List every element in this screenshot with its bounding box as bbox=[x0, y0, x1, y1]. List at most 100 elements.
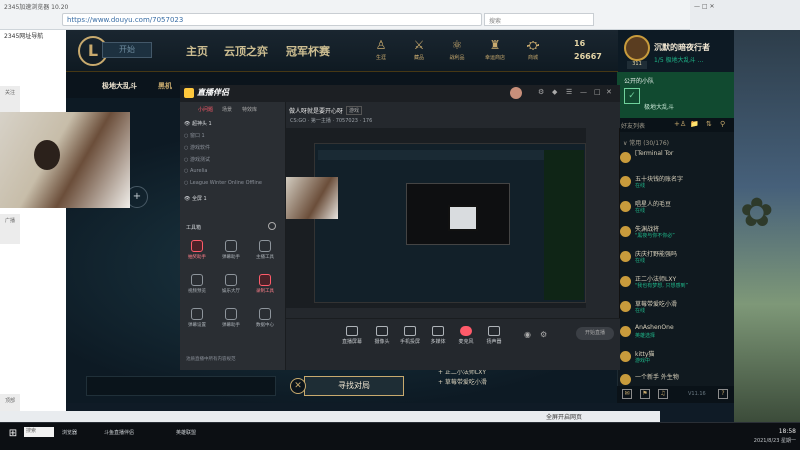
room-category-tag[interactable]: 游戏 bbox=[346, 106, 363, 115]
friend-avatar bbox=[620, 152, 631, 163]
maximize-icon[interactable]: □ bbox=[594, 88, 601, 96]
room-title[interactable]: 做人呀就是要开心呀 bbox=[289, 106, 343, 115]
taskbar-league[interactable]: 英雄联盟 bbox=[176, 429, 216, 443]
lobby-chat-input[interactable] bbox=[86, 376, 276, 396]
friend-item[interactable]: kitty猫 游戏中 bbox=[620, 349, 730, 365]
mission-icon[interactable]: ⚑ bbox=[640, 389, 650, 399]
hall-icon bbox=[225, 274, 237, 286]
favorite-link[interactable]: 2345网址导航 bbox=[4, 31, 68, 40]
address-bar[interactable]: https://www.douyu.com/7057023 bbox=[62, 13, 482, 26]
start-button[interactable]: ⊞ bbox=[4, 428, 22, 444]
start-live-button[interactable]: 开始直播 bbox=[576, 327, 614, 340]
friend-item[interactable]: 五十块钱的账名字 在线 bbox=[620, 174, 730, 190]
mode-aram-tab[interactable]: 极地大乱斗 bbox=[102, 81, 137, 91]
scene-item[interactable]: ○ 游戏软件 bbox=[184, 144, 284, 156]
profile-button[interactable]: ♙ 生涯 bbox=[366, 38, 396, 68]
friend-item[interactable]: 唱星人的毛豆 在线 bbox=[620, 199, 730, 215]
add-friend-icon[interactable]: +♙ bbox=[674, 120, 686, 128]
data-center-icon bbox=[259, 308, 271, 320]
chat-icon[interactable]: ✉ bbox=[622, 389, 632, 399]
scene-item[interactable]: 👁 全屏 1 bbox=[184, 195, 284, 207]
broadcast-button[interactable]: 广播 bbox=[0, 214, 20, 244]
find-match-button[interactable]: 寻找对局 bbox=[304, 376, 404, 396]
fullscreen-toggle[interactable]: 全屏开启网页 bbox=[546, 412, 582, 421]
microphone-button[interactable]: 麦克风 bbox=[452, 326, 480, 345]
settings-icon[interactable]: ⚙ bbox=[540, 330, 547, 339]
taskbar-clock[interactable]: 18:58 bbox=[748, 428, 796, 435]
rp-balance: 16 bbox=[574, 39, 586, 48]
player-name: 沉默的暗夜行者 bbox=[654, 43, 710, 52]
window-controls[interactable]: — □ ✕ bbox=[694, 3, 715, 10]
scene-item[interactable]: ○ League Winter Online Offline bbox=[184, 180, 284, 192]
minimize-icon[interactable]: — bbox=[580, 88, 587, 96]
client-version: V11.16 bbox=[688, 391, 706, 397]
preview-icon bbox=[191, 274, 203, 286]
tool-host[interactable]: 主播工具 bbox=[252, 240, 278, 266]
scene-item[interactable]: 👁 超神头 1 bbox=[184, 120, 284, 132]
friend-item[interactable]: 庆庆打野能强吗 在线 bbox=[620, 249, 730, 265]
camera-button[interactable]: 摄像头 bbox=[368, 326, 396, 345]
desktop: 2345加速浏览器 10.20 https://www.douyu.com/70… bbox=[0, 0, 800, 450]
tool-danmaku[interactable]: 弹幕助手 bbox=[218, 240, 244, 266]
tool-record[interactable]: 录制工具 bbox=[252, 274, 278, 300]
tool-data-center[interactable]: 数据中心 bbox=[252, 308, 278, 334]
tab-clash[interactable]: 冠军杯赛 bbox=[286, 43, 330, 59]
tab-tft[interactable]: 云顶之弈 bbox=[224, 43, 268, 59]
tool-danmaku-helper[interactable]: 弹幕助手 bbox=[218, 308, 244, 334]
voice-icon[interactable]: ♫ bbox=[658, 389, 668, 399]
close-icon[interactable]: ✕ bbox=[606, 88, 612, 96]
avatar[interactable] bbox=[624, 35, 650, 61]
search-icon[interactable]: ⚲ bbox=[720, 120, 725, 128]
tab-sources[interactable]: 场景 bbox=[222, 106, 232, 113]
lucky-store-button[interactable]: ♜ 幸运商店 bbox=[480, 38, 510, 68]
lobby-member: + 草莓带爱吃小滑 bbox=[438, 379, 487, 386]
taskbar-search[interactable]: 搜索 bbox=[24, 427, 54, 437]
phone-icon bbox=[404, 326, 416, 336]
phone-cast-button[interactable]: 手机投屏 bbox=[396, 326, 424, 345]
scene-item[interactable]: ○ 窗口 1 bbox=[184, 132, 284, 144]
tool-lottery[interactable]: 抽奖助手 bbox=[184, 240, 210, 266]
play-button[interactable]: 开始 bbox=[102, 42, 152, 58]
scene-item[interactable]: ○ Aurelia bbox=[184, 168, 284, 180]
tab-home[interactable]: 主页 bbox=[186, 43, 208, 59]
media-button[interactable]: 多媒体 bbox=[424, 326, 452, 345]
tool-preview[interactable]: 视频预览 bbox=[184, 274, 210, 300]
palm-tree-icon: ✿ bbox=[740, 190, 774, 236]
loot-button[interactable]: ⚛ 战利品 bbox=[442, 38, 472, 68]
sort-icon[interactable]: ⇅ bbox=[706, 120, 712, 128]
collection-icon: ⚔ bbox=[413, 38, 425, 52]
tool-hall[interactable]: 娱乐大厅 bbox=[218, 274, 244, 300]
record-toggle-icon[interactable]: ◉ bbox=[524, 330, 531, 339]
streamer-avatar[interactable] bbox=[510, 87, 522, 99]
toolbox-more-icon[interactable] bbox=[268, 222, 276, 230]
browser-search-input[interactable]: 搜索 bbox=[484, 13, 594, 26]
friend-item[interactable]: 正二小法师LXY "我也有梦想, 只想感到” bbox=[620, 274, 730, 290]
streamer-notice[interactable]: 池质直播中所有内容规范 bbox=[186, 356, 236, 362]
friend-item[interactable]: AnAshenOne 英雄选择 bbox=[620, 324, 730, 340]
settings-icon[interactable]: ⚙ bbox=[538, 88, 544, 96]
add-folder-icon[interactable]: 📁 bbox=[690, 120, 699, 128]
media-icon bbox=[432, 326, 444, 336]
friend-avatar bbox=[620, 351, 631, 362]
collection-button[interactable]: ⚔ 藏品 bbox=[404, 38, 434, 68]
friend-item[interactable]: [Terminal Tor bbox=[620, 150, 730, 166]
friend-item[interactable]: 失渊战将 "黑夜与你不你必” bbox=[620, 224, 730, 240]
tab-effects[interactable]: 特效库 bbox=[242, 106, 257, 113]
cancel-match-icon[interactable]: ✕ bbox=[290, 378, 306, 394]
menu-icon[interactable]: ☰ bbox=[566, 88, 572, 96]
friend-avatar bbox=[620, 276, 631, 287]
scene-item[interactable]: ○ 游戏测试 bbox=[184, 156, 284, 168]
shop-button[interactable]: ⛮ 商城 bbox=[518, 38, 548, 68]
friend-item[interactable]: 草莓带爱吃小滑 在线 bbox=[620, 299, 730, 315]
speaker-button[interactable]: 扬声器 bbox=[480, 326, 508, 345]
mode-other-tab[interactable]: 黑机 bbox=[158, 81, 172, 91]
tool-danmaku-settings[interactable]: 弹幕设置 bbox=[184, 308, 210, 334]
skin-icon[interactable]: ◆ bbox=[552, 88, 557, 96]
taskbar-streamer[interactable]: 斗鱼直播伴侣 bbox=[104, 429, 174, 443]
streamer-logo: 直播伴侣 bbox=[197, 88, 229, 97]
help-icon[interactable]: ? bbox=[718, 389, 728, 399]
friend-group-label[interactable]: ∨ 常用 (30/176) bbox=[623, 138, 669, 147]
taskbar-browser[interactable]: 浏览器 bbox=[62, 429, 102, 443]
screen-capture-button[interactable]: 直播屏幕 bbox=[338, 326, 366, 345]
tab-scenes[interactable]: 小问题 bbox=[198, 106, 213, 113]
